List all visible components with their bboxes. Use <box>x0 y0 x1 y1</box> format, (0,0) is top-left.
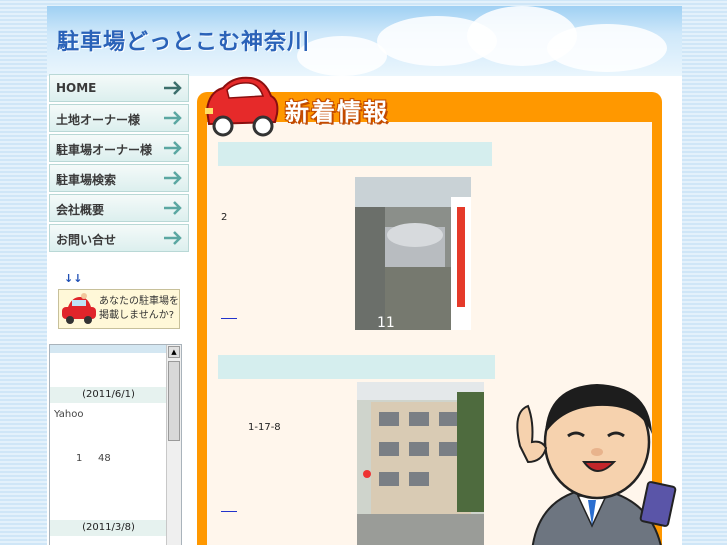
listing-banner[interactable]: あなたの駐車場を 掲載しませんか? <box>58 289 180 329</box>
news-number: 1 <box>76 453 83 464</box>
scroll-thumb[interactable] <box>168 361 180 441</box>
entry-title-bar <box>218 355 495 379</box>
main-nav: HOME 土地オーナー様 駐車場オーナー様 駐車場検索 会社概要 お問い合せ <box>49 74 189 254</box>
nav-label: 会社概要 <box>56 203 105 217</box>
nav-company[interactable]: 会社概要 <box>49 194 189 222</box>
banner-line-2: 掲載しませんか? <box>99 310 175 321</box>
nav-contact[interactable]: お問い合せ <box>49 224 189 252</box>
mascot-businessman-icon <box>516 384 677 545</box>
news-text[interactable]: Yahoo <box>54 409 83 420</box>
nav-label: 駐車場オーナー様 <box>56 143 153 157</box>
site-title[interactable]: 駐車場どっとこむ神奈川 <box>57 24 310 56</box>
entry-text: 2 <box>221 212 228 223</box>
entry-address: 1-17-8 <box>248 422 281 433</box>
parking-photo: 11 <box>355 177 471 330</box>
news-box[interactable]: (2011/6/1) Yahoo 1 48 (2011/3/8) ▲ <box>49 344 182 545</box>
header: 駐車場どっとこむ神奈川 <box>47 6 682 76</box>
news-scrollbar[interactable]: ▲ <box>166 345 181 545</box>
news-heading: 新着情報 <box>285 98 389 126</box>
page: 駐車場どっとこむ神奈川 HOME 土地オーナー様 駐車場オーナー様 駐車場検索 … <box>47 6 682 545</box>
nav-home[interactable]: HOME <box>49 74 189 102</box>
nav-parking-owner[interactable]: 駐車場オーナー様 <box>49 134 189 162</box>
arrow-right-icon <box>164 231 182 245</box>
down-arrows: ↓↓ <box>64 272 83 285</box>
entry-photo[interactable] <box>357 382 484 545</box>
banner-line-1: あなたの駐車場を <box>99 296 179 307</box>
banner-text: あなたの駐車場を 掲載しませんか? <box>99 295 179 323</box>
scroll-up-arrow-icon[interactable]: ▲ <box>168 346 180 358</box>
arrow-right-icon <box>164 81 182 95</box>
entry-link[interactable] <box>221 511 237 512</box>
news-date: (2011/3/8) <box>50 520 167 536</box>
entry-photo[interactable]: 11 <box>355 177 471 330</box>
red-car-icon <box>205 76 279 137</box>
car-icon <box>62 293 96 324</box>
building-photo <box>357 382 484 545</box>
news-topbar <box>50 345 167 353</box>
nav-land-owner[interactable]: 土地オーナー様 <box>49 104 189 132</box>
arrow-right-icon <box>164 171 182 185</box>
nav-label: お問い合せ <box>56 233 117 247</box>
entry-link[interactable] <box>221 318 237 319</box>
arrow-right-icon <box>164 201 182 215</box>
nav-label: HOME <box>56 81 97 95</box>
arrow-right-icon <box>164 141 182 155</box>
nav-label: 土地オーナー様 <box>56 113 141 127</box>
news-date: (2011/6/1) <box>50 387 167 403</box>
entry-title-bar <box>218 142 492 166</box>
nav-parking-search[interactable]: 駐車場検索 <box>49 164 189 192</box>
nav-label: 駐車場検索 <box>56 173 117 187</box>
arrow-right-icon <box>164 111 182 125</box>
news-count: 48 <box>98 453 111 464</box>
photo-number: 11 <box>377 315 395 330</box>
